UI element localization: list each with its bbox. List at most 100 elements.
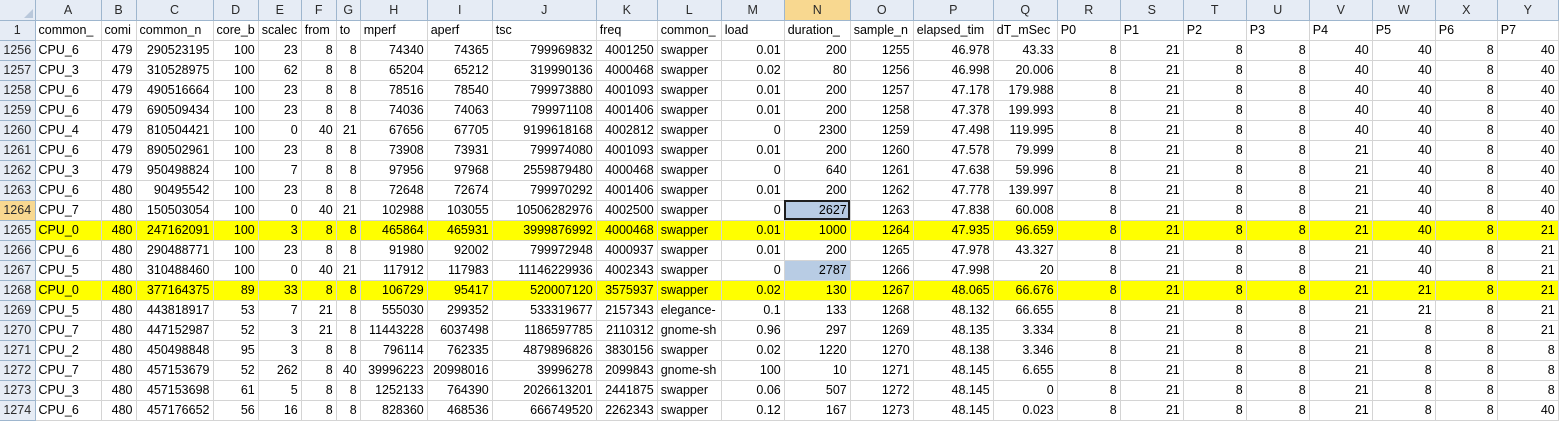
cell-V[interactable]: 21 (1309, 280, 1373, 301)
field-header-cell[interactable]: to (336, 20, 361, 41)
cell-H[interactable]: 102988 (360, 200, 428, 221)
cell-Y[interactable]: 40 (1497, 180, 1559, 201)
cell-W[interactable]: 40 (1372, 60, 1436, 81)
cell-I[interactable]: 6037498 (427, 320, 493, 341)
cell-C[interactable]: 690509434 (136, 100, 214, 121)
cell-U[interactable]: 8 (1246, 160, 1310, 181)
cell-N[interactable]: 200 (784, 140, 851, 161)
cell-J[interactable]: 3999876992 (492, 220, 597, 241)
cell-A[interactable]: CPU_7 (35, 320, 102, 341)
cell-T[interactable]: 8 (1183, 300, 1247, 321)
cell-D[interactable]: 100 (213, 100, 259, 121)
cell-G[interactable]: 8 (336, 340, 361, 361)
cell-N[interactable]: 133 (784, 300, 851, 321)
cell-U[interactable]: 8 (1246, 180, 1310, 201)
cell-O[interactable]: 1268 (850, 300, 914, 321)
cell-P[interactable]: 47.778 (913, 180, 994, 201)
cell-U[interactable]: 8 (1246, 280, 1310, 301)
cell-A[interactable]: CPU_3 (35, 60, 102, 81)
cell-E[interactable]: 7 (258, 160, 302, 181)
cell-U[interactable]: 8 (1246, 300, 1310, 321)
cell-I[interactable]: 762335 (427, 340, 493, 361)
cell-C[interactable]: 457153679 (136, 360, 214, 381)
cell-B[interactable]: 479 (101, 120, 137, 141)
cell-P[interactable]: 48.138 (913, 340, 994, 361)
row-header[interactable]: 1257 (0, 60, 36, 81)
row-header[interactable]: 1260 (0, 120, 36, 141)
cell-F[interactable]: 8 (301, 400, 337, 421)
cell-D[interactable]: 95 (213, 340, 259, 361)
field-header-cell[interactable]: mperf (360, 20, 428, 41)
cell-S[interactable]: 21 (1120, 100, 1184, 121)
cell-D[interactable]: 100 (213, 260, 259, 281)
cell-S[interactable]: 21 (1120, 80, 1184, 101)
cell-Q[interactable]: 0.023 (993, 400, 1058, 421)
cell-A[interactable]: CPU_6 (35, 80, 102, 101)
row-header[interactable]: 1258 (0, 80, 36, 101)
cell-G[interactable]: 8 (336, 160, 361, 181)
cell-B[interactable]: 480 (101, 300, 137, 321)
column-header-H[interactable]: H (360, 0, 428, 21)
cell-T[interactable]: 8 (1183, 120, 1247, 141)
select-all-corner[interactable] (0, 0, 36, 21)
cell-P[interactable]: 47.978 (913, 240, 994, 261)
cell-S[interactable]: 21 (1120, 120, 1184, 141)
cell-L[interactable]: elegance- (657, 300, 722, 321)
cell-Y[interactable]: 8 (1497, 380, 1559, 401)
cell-T[interactable]: 8 (1183, 400, 1247, 421)
cell-F[interactable]: 8 (301, 380, 337, 401)
cell-I[interactable]: 764390 (427, 380, 493, 401)
cell-F[interactable]: 8 (301, 280, 337, 301)
cell-R[interactable]: 8 (1057, 80, 1121, 101)
cell-U[interactable]: 8 (1246, 340, 1310, 361)
cell-C[interactable]: 377164375 (136, 280, 214, 301)
cell-X[interactable]: 8 (1435, 160, 1498, 181)
cell-C[interactable]: 443818917 (136, 300, 214, 321)
cell-U[interactable]: 8 (1246, 260, 1310, 281)
cell-Y[interactable]: 21 (1497, 240, 1559, 261)
column-header-F[interactable]: F (301, 0, 337, 21)
cell-D[interactable]: 100 (213, 160, 259, 181)
cell-P[interactable]: 46.998 (913, 60, 994, 81)
cell-X[interactable]: 8 (1435, 140, 1498, 161)
cell-K[interactable]: 4002500 (596, 200, 658, 221)
cell-E[interactable]: 23 (258, 80, 302, 101)
cell-K[interactable]: 2262343 (596, 400, 658, 421)
cell-N[interactable]: 2300 (784, 120, 851, 141)
cell-S[interactable]: 21 (1120, 220, 1184, 241)
cell-T[interactable]: 8 (1183, 280, 1247, 301)
cell-F[interactable]: 8 (301, 160, 337, 181)
cell-M[interactable]: 100 (721, 360, 785, 381)
cell-L[interactable]: swapper (657, 160, 722, 181)
cell-S[interactable]: 21 (1120, 160, 1184, 181)
column-header-W[interactable]: W (1372, 0, 1436, 21)
row-header[interactable]: 1263 (0, 180, 36, 201)
column-header-N[interactable]: N (784, 0, 851, 21)
cell-A[interactable]: CPU_5 (35, 260, 102, 281)
cell-F[interactable]: 8 (301, 340, 337, 361)
cell-K[interactable]: 4000937 (596, 240, 658, 261)
cell-L[interactable]: swapper (657, 80, 722, 101)
cell-O[interactable]: 1269 (850, 320, 914, 341)
cell-R[interactable]: 8 (1057, 260, 1121, 281)
cell-L[interactable]: gnome-sh (657, 320, 722, 341)
cell-B[interactable]: 480 (101, 380, 137, 401)
cell-B[interactable]: 480 (101, 400, 137, 421)
cell-E[interactable]: 0 (258, 120, 302, 141)
cell-C[interactable]: 150503054 (136, 200, 214, 221)
cell-E[interactable]: 3 (258, 340, 302, 361)
cell-X[interactable]: 8 (1435, 280, 1498, 301)
cell-B[interactable]: 479 (101, 140, 137, 161)
cell-W[interactable]: 8 (1372, 400, 1436, 421)
cell-U[interactable]: 8 (1246, 200, 1310, 221)
cell-O[interactable]: 1262 (850, 180, 914, 201)
cell-D[interactable]: 61 (213, 380, 259, 401)
cell-G[interactable]: 8 (336, 80, 361, 101)
cell-N[interactable]: 10 (784, 360, 851, 381)
cell-H[interactable]: 73908 (360, 140, 428, 161)
cell-J[interactable]: 39996278 (492, 360, 597, 381)
cell-K[interactable]: 4001093 (596, 140, 658, 161)
field-header-cell[interactable]: tsc (492, 20, 597, 41)
cell-T[interactable]: 8 (1183, 260, 1247, 281)
cell-M[interactable]: 0.02 (721, 60, 785, 81)
